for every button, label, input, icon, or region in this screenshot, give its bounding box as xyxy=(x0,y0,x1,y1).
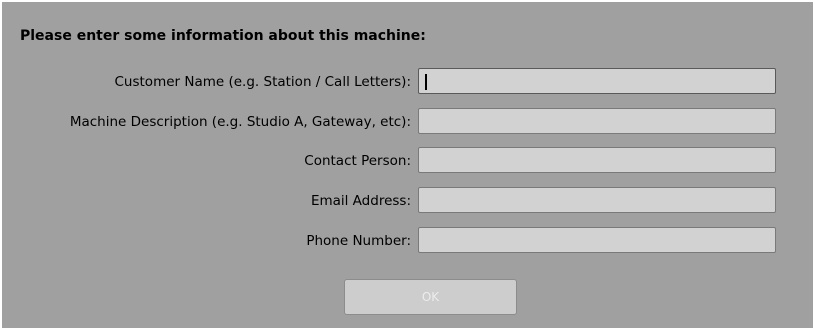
machine-description-field[interactable] xyxy=(418,108,776,134)
machine-description-label: Machine Description (e.g. Studio A, Gate… xyxy=(69,114,411,130)
text-caret xyxy=(425,74,427,90)
machine-description-row: Machine Description (e.g. Studio A, Gate… xyxy=(2,108,813,136)
ok-button[interactable]: OK xyxy=(344,279,517,315)
email-address-row: Email Address: xyxy=(2,187,813,215)
email-address-field[interactable] xyxy=(418,187,776,213)
phone-number-field[interactable] xyxy=(418,227,776,253)
dialog-heading: Please enter some information about this… xyxy=(20,28,426,44)
contact-person-label: Contact Person: xyxy=(304,153,411,169)
phone-number-row: Phone Number: xyxy=(2,227,813,255)
customer-name-row: Customer Name (e.g. Station / Call Lette… xyxy=(2,68,813,96)
contact-person-field[interactable] xyxy=(418,147,776,173)
machine-info-dialog: Please enter some information about this… xyxy=(2,2,813,328)
email-address-label: Email Address: xyxy=(310,193,411,209)
customer-name-field[interactable] xyxy=(418,68,776,94)
contact-person-row: Contact Person: xyxy=(2,147,813,175)
customer-name-label: Customer Name (e.g. Station / Call Lette… xyxy=(114,74,412,90)
phone-number-label: Phone Number: xyxy=(306,233,411,249)
